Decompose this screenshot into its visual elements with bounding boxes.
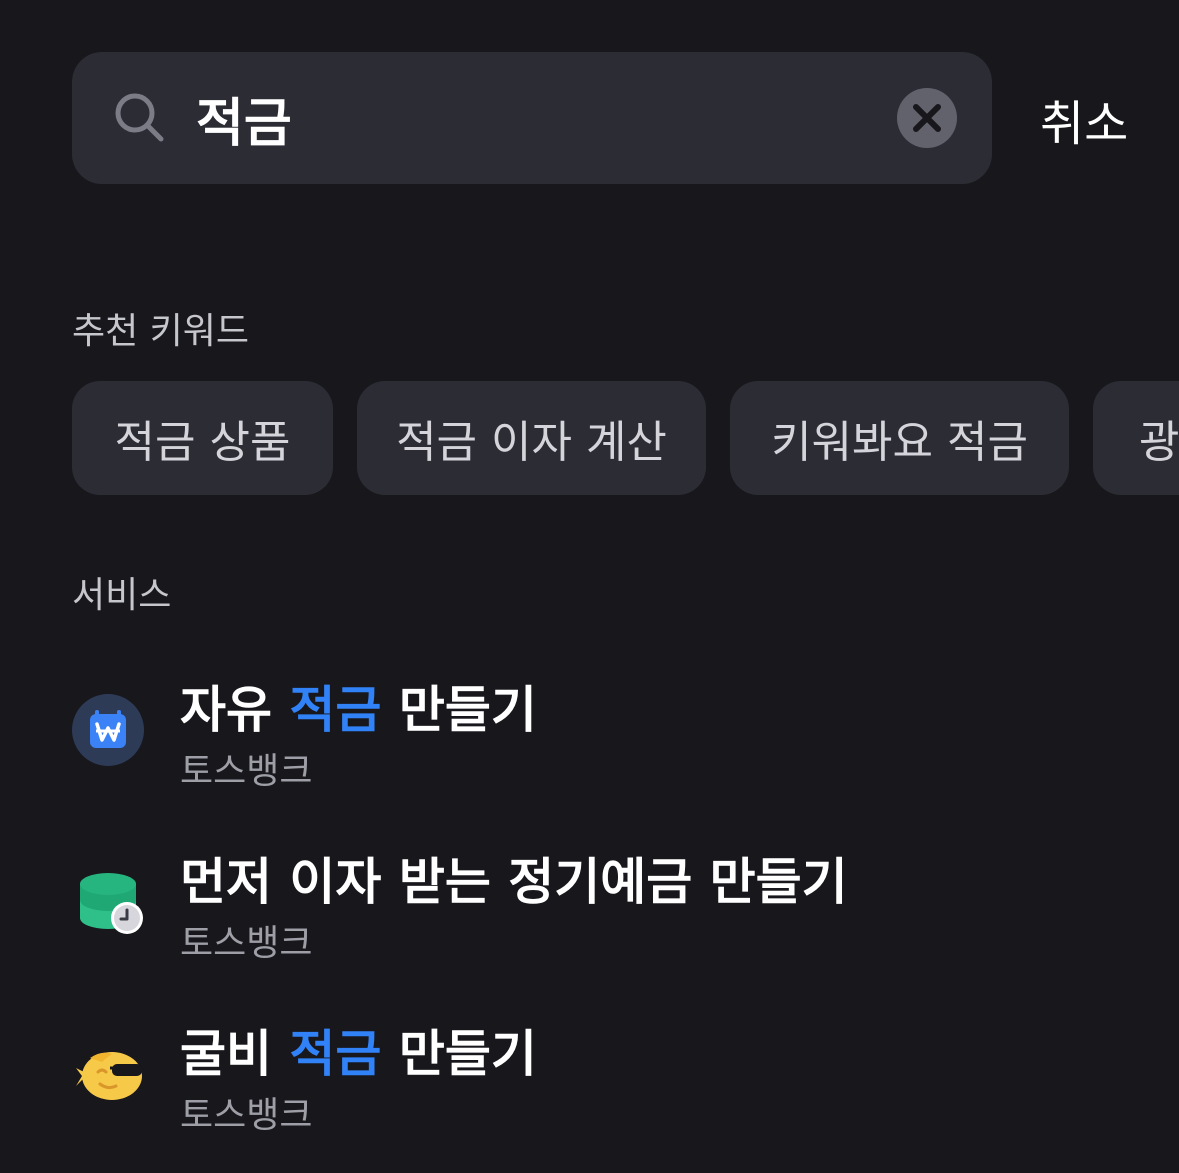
service-title: 먼저 이자 받는 정기예금 만들기	[180, 853, 848, 911]
search-box[interactable]	[72, 52, 992, 184]
keyword-chip[interactable]: 적금 이자 계산	[357, 381, 706, 495]
service-title: 자유 적금 만들기	[180, 681, 537, 739]
services-section-title: 서비스	[72, 575, 172, 616]
keywords-section-title: 추천 키워드	[72, 311, 250, 352]
close-icon	[913, 104, 941, 132]
keyword-chip[interactable]: 적금 상품	[72, 381, 333, 495]
service-subtitle: 토스뱅크	[180, 1095, 313, 1136]
service-subtitle: 토스뱅크	[180, 751, 313, 792]
clear-search-button[interactable]	[897, 88, 957, 148]
highlight-keyword: 적금	[289, 681, 382, 739]
highlight-keyword: 적금	[289, 1025, 382, 1083]
keyword-chip-label: 적금 상품	[114, 417, 291, 468]
keyword-chip[interactable]: 광	[1093, 381, 1179, 495]
service-subtitle: 토스뱅크	[180, 923, 313, 964]
keyword-chip-label: 적금 이자 계산	[396, 417, 667, 468]
search-page: 취소 추천 키워드 적금 상품 적금 이자 계산 키워봐요 적금 광 서비스 자…	[0, 0, 1179, 1173]
keyword-chip-label: 광	[1139, 417, 1179, 468]
service-item[interactable]: 먼저 이자 받는 정기예금 만들기 토스뱅크	[72, 842, 1179, 982]
coin-stack-clock-icon	[80, 873, 143, 934]
won-calendar-icon	[72, 694, 144, 766]
service-item[interactable]: 자유 적금 만들기 토스뱅크	[72, 670, 1179, 810]
search-input[interactable]	[196, 82, 836, 154]
cancel-button[interactable]: 취소	[1040, 84, 1128, 154]
fish-sunglasses-icon	[76, 1052, 142, 1100]
keyword-chip-label: 키워봐요 적금	[771, 417, 1028, 468]
keyword-chip[interactable]: 키워봐요 적금	[730, 381, 1069, 495]
service-title: 굴비 적금 만들기	[180, 1025, 537, 1083]
search-icon	[115, 93, 164, 142]
service-item[interactable]: 굴비 적금 만들기 토스뱅크	[72, 1014, 1179, 1154]
